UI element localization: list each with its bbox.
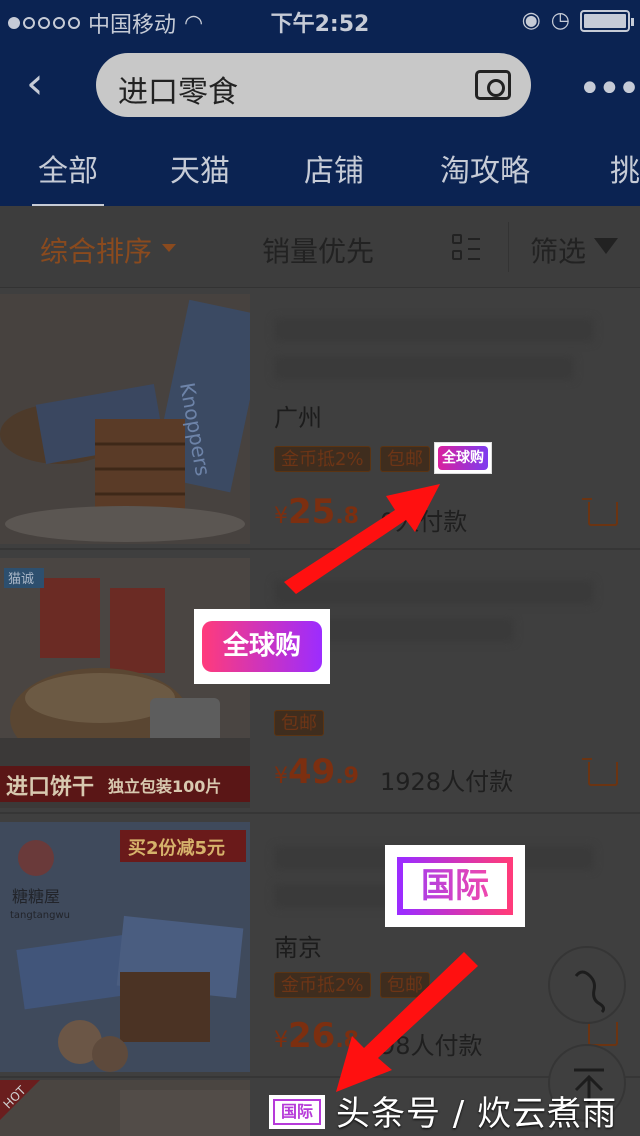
product-thumbnail[interactable]: 买2份减5元 糖糖屋 tangtangwu bbox=[0, 822, 250, 1072]
caret-down-icon bbox=[162, 244, 176, 252]
tab-all[interactable]: 全部 bbox=[32, 146, 104, 208]
camera-icon[interactable] bbox=[475, 70, 511, 100]
product-thumbnail[interactable]: Knoppers bbox=[0, 294, 250, 544]
footprint-button[interactable] bbox=[548, 946, 626, 1024]
corner-tag: 猫诚 bbox=[8, 572, 34, 587]
promo-text: 买2份减5元 bbox=[128, 837, 225, 859]
cart-icon[interactable] bbox=[582, 758, 618, 786]
brand-sub: tangtangwu bbox=[10, 910, 70, 921]
title-line bbox=[274, 356, 574, 380]
battery-icon bbox=[580, 9, 634, 32]
tab-pick[interactable]: 挑 bbox=[610, 146, 640, 190]
location: 广州 bbox=[274, 404, 322, 432]
product-thumbnail[interactable]: HOT bbox=[0, 1080, 250, 1136]
price: ¥49.9 bbox=[274, 752, 359, 792]
global-buy-badge-large: 全球购 bbox=[194, 609, 330, 684]
brand-name: 糖糖屋 bbox=[12, 887, 60, 906]
watermark-text: 头条号 / 炊云煮雨 bbox=[336, 1094, 618, 1134]
filter-button[interactable]: 筛选 bbox=[530, 230, 586, 270]
layout-toggle-icon[interactable] bbox=[452, 234, 484, 264]
international-badge-large: 国际 bbox=[385, 845, 525, 927]
tab-guide[interactable]: 淘攻略 bbox=[440, 146, 530, 190]
more-dots-icon[interactable]: ••• bbox=[578, 66, 640, 112]
free-shipping-badge: 包邮 bbox=[274, 710, 324, 736]
sort-bar: 综合排序 销量优先 筛选 bbox=[0, 206, 640, 288]
screen: { "status_bar": {"carrier": "中国移动", "tim… bbox=[0, 0, 640, 1136]
filter-icon[interactable] bbox=[594, 238, 618, 254]
status-bar: 中国移动 ◠ 下午2:52 ◉ ◷ bbox=[0, 0, 640, 40]
footprint-icon bbox=[574, 970, 606, 1014]
alarm-icon: ◷ bbox=[550, 8, 570, 33]
category-tabs: 全部 天猫 店铺 淘攻略 挑 bbox=[0, 140, 640, 208]
coin-badge: 金币抵2% bbox=[274, 446, 371, 472]
red-arrow-2 bbox=[336, 952, 478, 1092]
search-bar[interactable]: 进口零食 bbox=[96, 53, 531, 117]
banner-sub: 独立包装100片 bbox=[108, 777, 221, 796]
banner-text: 进口饼干 bbox=[6, 774, 94, 800]
international-badge-small: 国际 bbox=[269, 1095, 325, 1129]
rotation-lock-icon: ◉ bbox=[521, 8, 541, 33]
sort-comprehensive[interactable]: 综合排序 bbox=[40, 230, 152, 270]
location: 南京 bbox=[274, 934, 322, 962]
divider bbox=[508, 222, 509, 272]
red-arrow-1 bbox=[284, 484, 440, 594]
tab-tmall[interactable]: 天猫 bbox=[170, 146, 230, 190]
tab-shop[interactable]: 店铺 bbox=[304, 146, 364, 190]
free-shipping-badge: 包邮 bbox=[380, 446, 430, 472]
top-header: 中国移动 ◠ 下午2:52 ◉ ◷ ‹ 进口零食 ••• 全部 天猫 店铺 淘攻… bbox=[0, 0, 640, 208]
title-line bbox=[274, 318, 594, 342]
sort-sales[interactable]: 销量优先 bbox=[262, 230, 374, 270]
paid-count: 1928人付款 bbox=[380, 768, 514, 796]
search-query[interactable]: 进口零食 bbox=[118, 67, 238, 111]
back-chevron-icon[interactable]: ‹ bbox=[26, 62, 66, 108]
cart-icon[interactable] bbox=[582, 498, 618, 526]
